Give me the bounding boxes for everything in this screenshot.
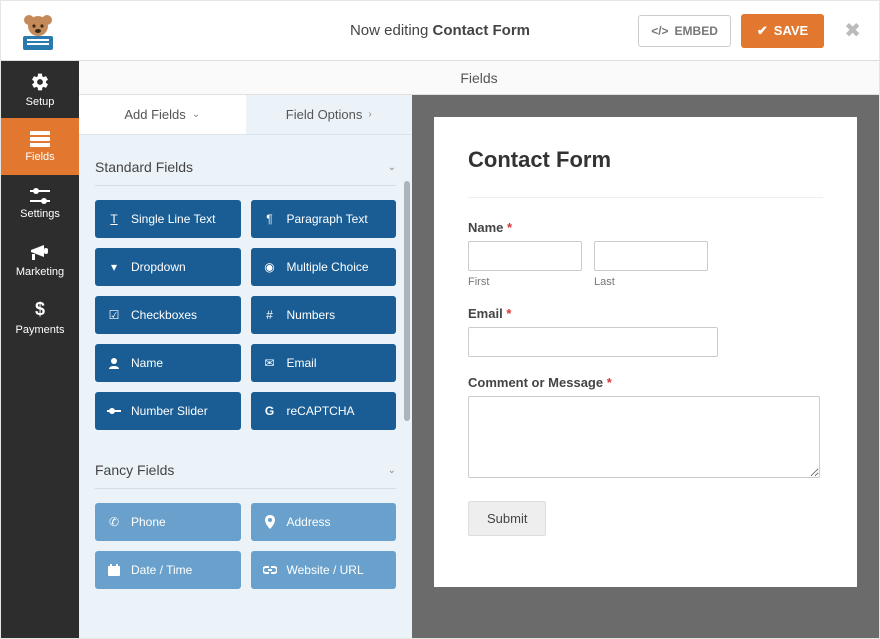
dollar-icon: $ [35,299,45,320]
panel-tabs: Add Fields ⌄ Field Options › [79,95,412,135]
last-name-input[interactable] [594,241,708,271]
sliders-icon [30,188,50,204]
checkbox-icon: ☑ [107,308,121,322]
scrollbar-thumb[interactable] [404,181,410,421]
google-icon: G [263,404,277,418]
field-checkboxes[interactable]: ☑Checkboxes [95,296,241,334]
email-input[interactable] [468,327,718,357]
pin-icon [263,515,277,529]
radio-icon: ◉ [263,260,277,274]
link-icon [263,566,277,574]
group-standard-title: Standard Fields [95,159,193,175]
chevron-down-icon: ⌄ [388,465,396,476]
title-formname: Contact Form [433,22,531,39]
required-marker: * [506,306,511,321]
group-fancy-toggle[interactable]: Fancy Fields ⌄ [95,448,396,489]
title-prefix: Now editing [350,22,433,39]
person-icon [107,357,121,369]
submit-button[interactable]: Submit [468,501,546,536]
page-title: Now editing Contact Form [350,22,530,39]
nav-payments[interactable]: $ Payments [1,289,79,346]
gear-icon [30,72,50,92]
nav-setup-label: Setup [26,96,55,108]
tab-options-label: Field Options [286,107,363,122]
required-marker: * [507,220,512,235]
field-single-line-text[interactable]: TSingle Line Text [95,200,241,238]
field-email[interactable]: ✉Email [251,344,397,382]
check-icon: ✔ [757,23,768,39]
list-icon [30,131,50,147]
comment-label: Comment or Message * [468,375,823,390]
subheader: Fields [79,61,879,95]
field-dropdown[interactable]: ▾Dropdown [95,248,241,286]
first-name-input[interactable] [468,241,582,271]
field-numbers[interactable]: #Numbers [251,296,397,334]
nav-setup[interactable]: Setup [1,61,79,118]
field-panel: Add Fields ⌄ Field Options › Standard Fi… [79,95,412,638]
nav-marketing-label: Marketing [16,266,64,278]
field-phone[interactable]: ✆Phone [95,503,241,541]
left-nav: Setup Fields Settings Marketing $ Paymen… [1,61,79,638]
nav-payments-label: Payments [16,324,65,336]
embed-label: EMBED [675,24,718,38]
calendar-icon [107,564,121,576]
dropdown-icon: ▾ [107,260,121,274]
first-sublabel: First [468,276,582,288]
field-paragraph-text[interactable]: ¶Paragraph Text [251,200,397,238]
email-label: Email * [468,306,823,321]
save-label: SAVE [774,23,808,38]
chevron-right-icon: › [368,109,371,120]
envelope-icon: ✉ [263,356,277,370]
chevron-down-icon: ⌄ [388,162,396,173]
last-sublabel: Last [594,276,708,288]
group-standard-fields: Standard Fields ⌄ TSingle Line Text ¶Par… [79,135,412,438]
tab-add-label: Add Fields [124,107,185,122]
code-icon: </> [651,24,668,38]
form-preview: Contact Form Name * First Last [412,95,879,638]
hash-icon: # [263,308,277,322]
required-marker: * [607,375,612,390]
app-root: Now editing Contact Form </> EMBED ✔ SAV… [0,0,880,639]
close-icon[interactable]: ✖ [836,14,869,47]
field-address[interactable]: Address [251,503,397,541]
group-standard-grid: TSingle Line Text ¶Paragraph Text ▾Dropd… [95,200,396,430]
main-area: Add Fields ⌄ Field Options › Standard Fi… [79,95,879,638]
group-standard-toggle[interactable]: Standard Fields ⌄ [95,145,396,186]
paragraph-icon: ¶ [263,212,277,226]
tab-field-options[interactable]: Field Options › [246,95,413,134]
form-card: Contact Form Name * First Last [434,117,857,587]
form-field-comment[interactable]: Comment or Message * [468,375,823,483]
field-website-url[interactable]: Website / URL [251,551,397,589]
embed-button[interactable]: </> EMBED [638,15,731,47]
top-bar: Now editing Contact Form </> EMBED ✔ SAV… [1,1,879,61]
subheader-title: Fields [460,70,497,86]
field-date-time[interactable]: Date / Time [95,551,241,589]
phone-icon: ✆ [107,515,121,529]
tab-add-fields[interactable]: Add Fields ⌄ [79,95,246,134]
group-fancy-grid: ✆Phone Address Date / Time Website / URL [95,503,396,589]
form-field-email[interactable]: Email * [468,306,823,357]
app-logo [13,13,63,51]
field-multiple-choice[interactable]: ◉Multiple Choice [251,248,397,286]
group-fancy-title: Fancy Fields [95,462,174,478]
field-recaptcha[interactable]: GreCAPTCHA [251,392,397,430]
field-number-slider[interactable]: Number Slider [95,392,241,430]
chevron-down-icon: ⌄ [192,109,200,120]
nav-settings[interactable]: Settings [1,175,79,232]
field-name[interactable]: Name [95,344,241,382]
form-title: Contact Form [468,147,823,198]
nav-marketing[interactable]: Marketing [1,232,79,289]
comment-textarea[interactable] [468,396,820,478]
text-icon: T [107,212,121,226]
slider-icon [107,406,121,416]
nav-fields[interactable]: Fields [1,118,79,175]
name-label: Name * [468,220,823,235]
save-button[interactable]: ✔ SAVE [741,14,824,48]
group-fancy-fields: Fancy Fields ⌄ ✆Phone Address Date / Tim… [79,438,412,597]
nav-settings-label: Settings [20,208,60,220]
nav-fields-label: Fields [25,151,54,163]
form-field-name[interactable]: Name * First Last [468,220,823,288]
bullhorn-icon [30,244,50,262]
